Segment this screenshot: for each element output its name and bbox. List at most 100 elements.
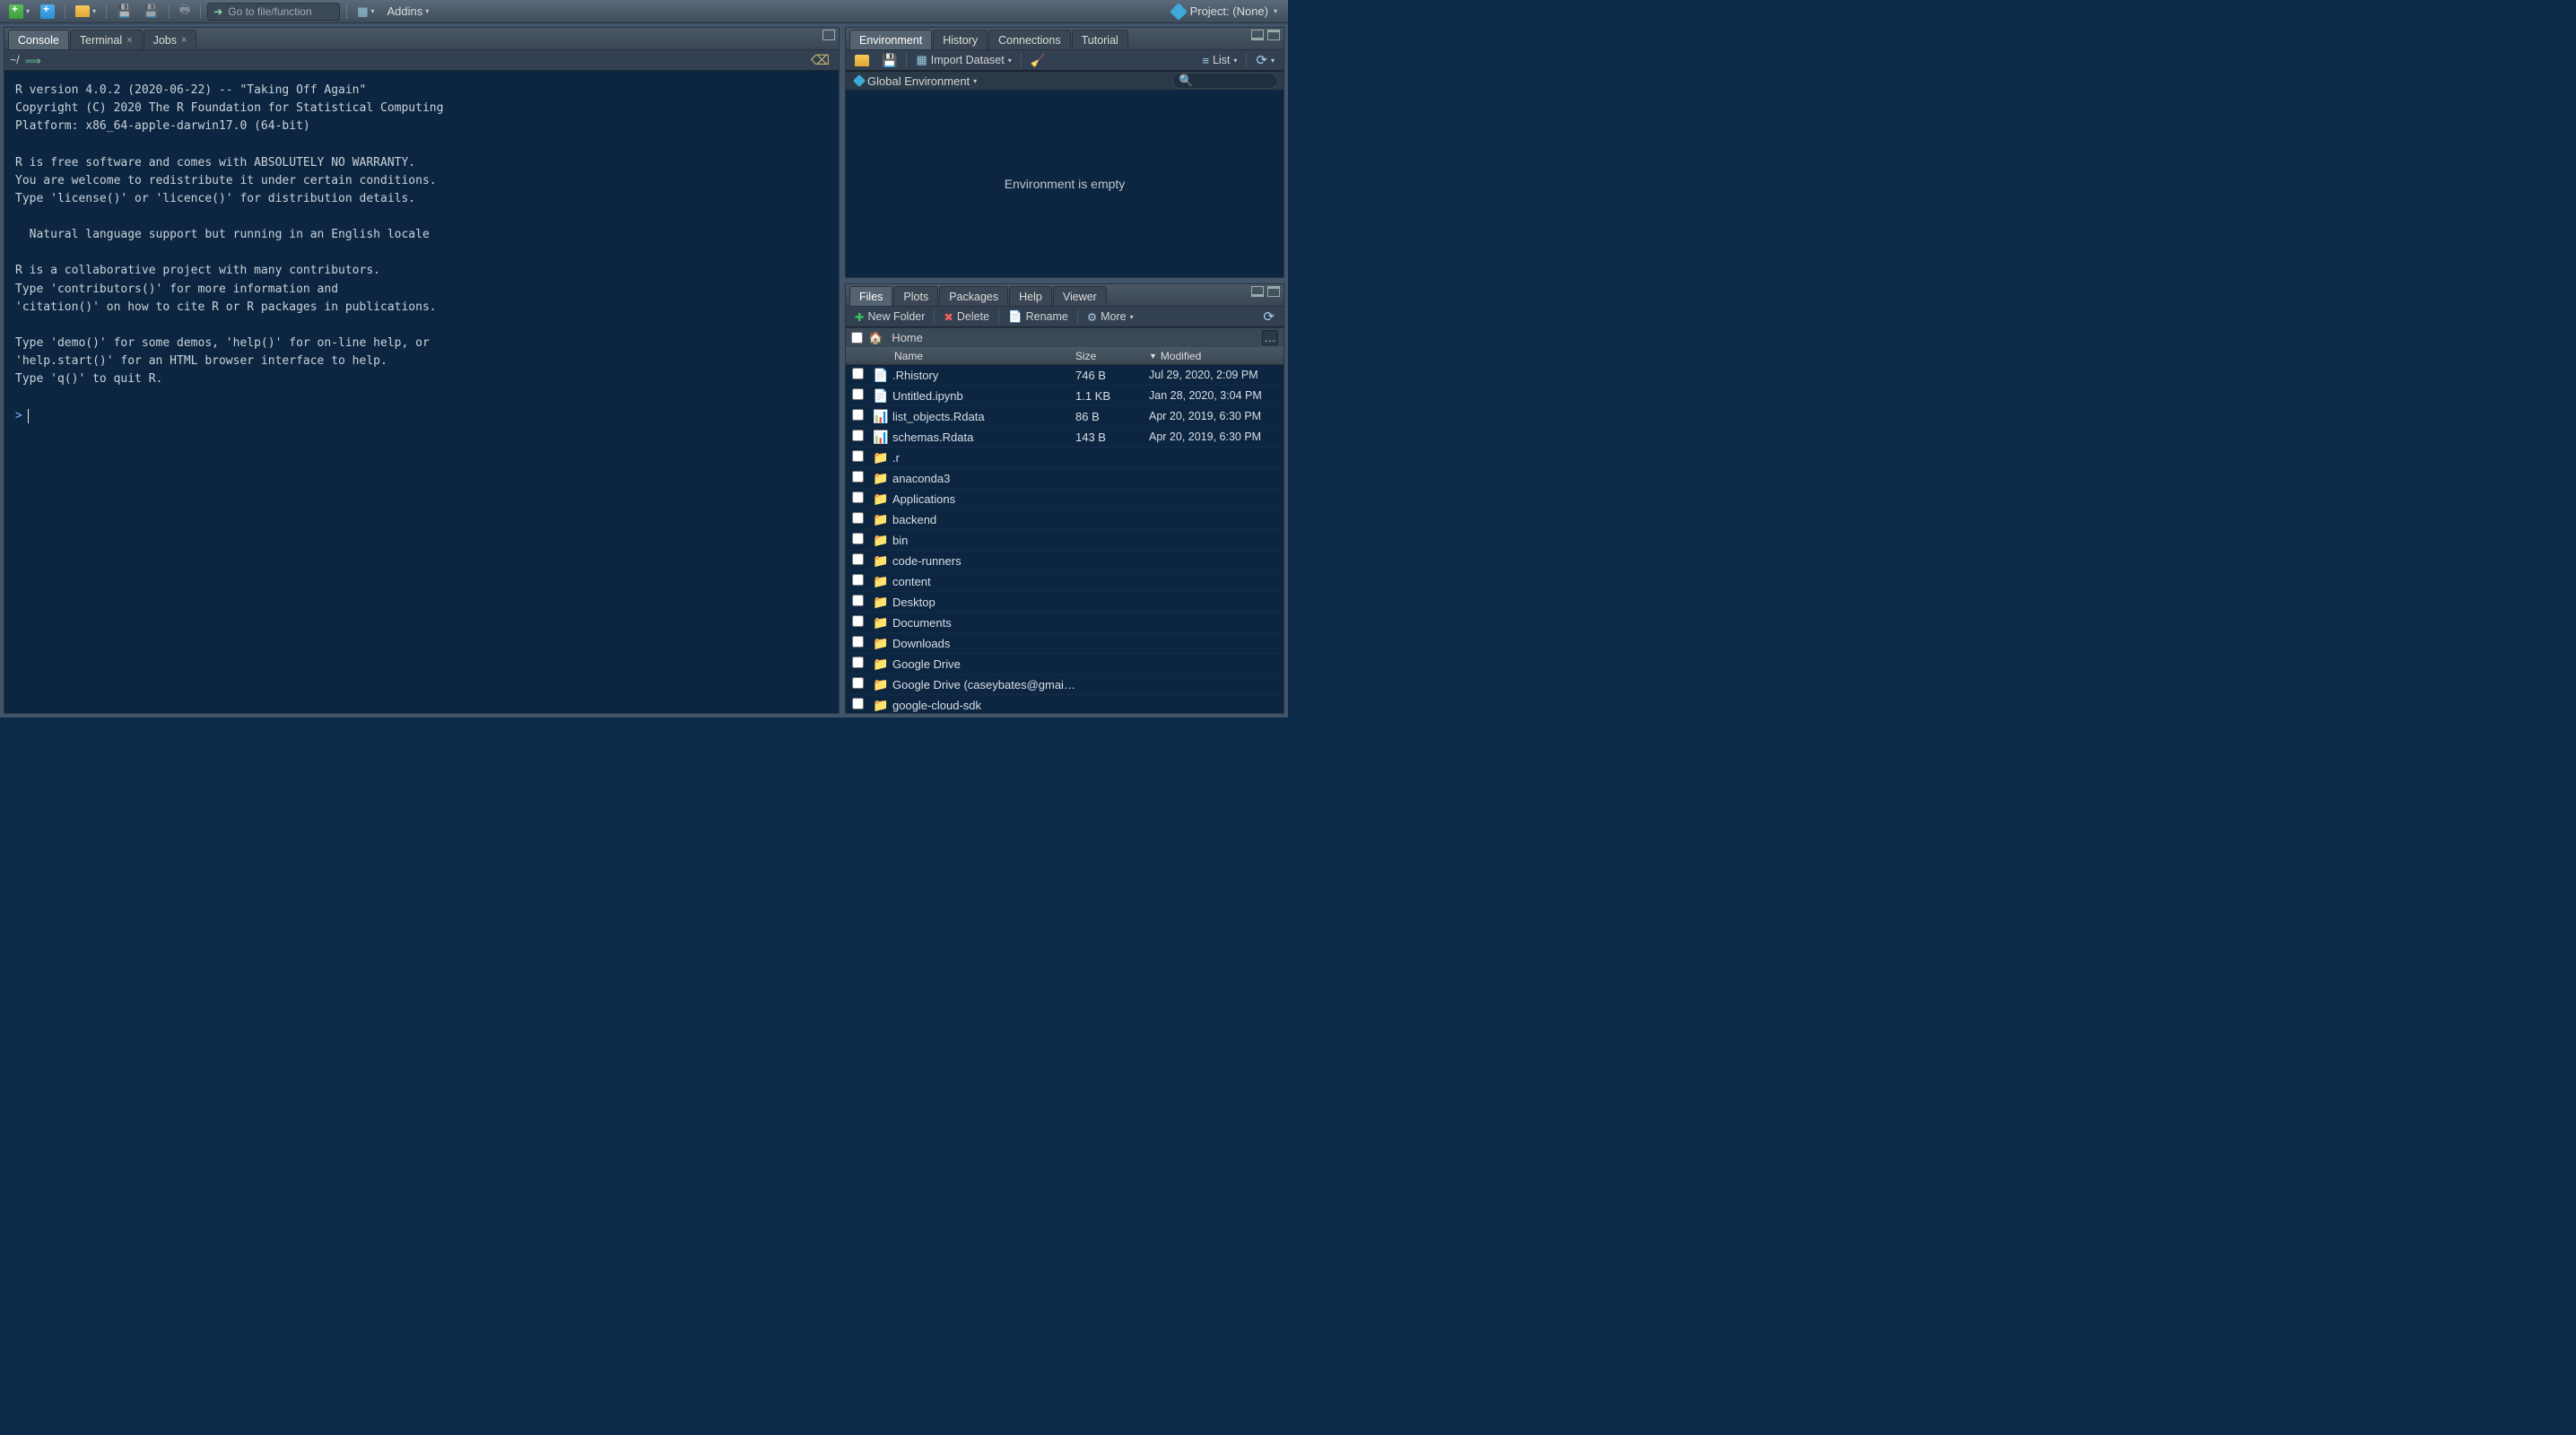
file-row[interactable]: 📁Documents	[846, 613, 1284, 633]
file-checkbox[interactable]	[852, 388, 864, 400]
file-checkbox[interactable]	[852, 574, 864, 586]
breadcrumb-home[interactable]: Home	[888, 329, 927, 346]
file-checkbox[interactable]	[852, 698, 864, 709]
goto-file-input[interactable]: ➜ Go to file/function	[207, 3, 340, 21]
file-checkbox[interactable]	[852, 677, 864, 689]
print-button[interactable]: 🖶	[176, 3, 194, 21]
maximize-icon[interactable]	[1267, 30, 1280, 40]
col-size[interactable]: Size	[1075, 350, 1149, 362]
scope-dropdown[interactable]: Global Environment▾	[851, 73, 980, 90]
file-row[interactable]: 📁Applications	[846, 489, 1284, 509]
file-row[interactable]: 📁.r	[846, 448, 1284, 468]
file-row[interactable]: 📁Desktop	[846, 592, 1284, 613]
file-checkbox[interactable]	[852, 450, 864, 462]
tab-help[interactable]: Help	[1009, 286, 1052, 306]
clear-console-button[interactable]: ⌫	[807, 50, 833, 70]
col-name[interactable]: Name	[892, 350, 1075, 362]
folder-icon: 📁	[869, 574, 892, 589]
file-row[interactable]: 📁Google Drive	[846, 654, 1284, 674]
open-file-button[interactable]: ▾	[72, 3, 100, 21]
tab-plots[interactable]: Plots	[893, 286, 938, 306]
file-checkbox[interactable]	[852, 409, 864, 421]
file-checkbox[interactable]	[852, 491, 864, 503]
file-row[interactable]: 📁Google Drive (caseybates@gmai…	[846, 674, 1284, 695]
file-checkbox[interactable]	[852, 657, 864, 668]
file-name: Google Drive (caseybates@gmai…	[892, 678, 1075, 691]
file-row[interactable]: 📄Untitled.ipynb1.1 KBJan 28, 2020, 3:04 …	[846, 386, 1284, 406]
file-row[interactable]: 📁Downloads	[846, 633, 1284, 654]
project-menu[interactable]: Project: (None) ▾	[1167, 4, 1283, 18]
minimize-icon[interactable]	[1251, 286, 1264, 297]
clear-workspace-button[interactable]: 🧹	[1027, 51, 1049, 70]
file-row[interactable]: 📁code-runners	[846, 551, 1284, 571]
save-workspace-button[interactable]: 💾	[878, 51, 901, 70]
folder-icon: 📁	[869, 595, 892, 610]
popout-icon[interactable]	[822, 30, 835, 40]
new-folder-button[interactable]: ✚New Folder	[851, 309, 928, 326]
more-button[interactable]: ⚙More▾	[1083, 309, 1137, 326]
env-search-input[interactable]: 🔍	[1172, 73, 1278, 89]
delete-button[interactable]: ✖Delete	[940, 309, 993, 326]
path-more-button[interactable]: …	[1262, 330, 1278, 345]
file-name: code-runners	[892, 554, 1075, 568]
prompt: >	[15, 407, 22, 425]
file-checkbox[interactable]	[852, 471, 864, 483]
close-icon[interactable]: ×	[126, 35, 132, 46]
file-size: 86 B	[1075, 410, 1149, 423]
import-dataset-button[interactable]: ▦Import Dataset▾	[912, 51, 1014, 69]
file-checkbox[interactable]	[852, 533, 864, 544]
file-row[interactable]: 📁backend	[846, 509, 1284, 530]
minimize-icon[interactable]	[1251, 30, 1264, 40]
close-icon[interactable]: ×	[181, 35, 187, 46]
file-checkbox[interactable]	[852, 615, 864, 627]
tab-connections[interactable]: Connections	[988, 30, 1071, 49]
console-subbar: ~/ ⟹ ⌫	[4, 49, 839, 71]
load-workspace-button[interactable]	[851, 53, 873, 68]
file-row[interactable]: 📄.Rhistory746 BJul 29, 2020, 2:09 PM	[846, 365, 1284, 386]
addins-button[interactable]: Addins ▾	[384, 3, 433, 21]
env-body: Environment is empty	[846, 91, 1284, 277]
file-checkbox[interactable]	[852, 512, 864, 524]
file-checkbox[interactable]	[852, 430, 864, 441]
tab-tutorial[interactable]: Tutorial	[1072, 30, 1128, 49]
new-project-icon	[40, 4, 55, 19]
file-name: Applications	[892, 492, 1075, 506]
console-output[interactable]: R version 4.0.2 (2020-06-22) -- "Taking …	[4, 71, 839, 713]
new-file-button[interactable]: ▾	[5, 3, 33, 21]
file-name: Documents	[892, 616, 1075, 630]
file-row[interactable]: 📊list_objects.Rdata86 BApr 20, 2019, 6:3…	[846, 406, 1284, 427]
goto-dir-icon[interactable]: ⟹	[25, 54, 41, 67]
tab-console[interactable]: Console	[8, 30, 69, 49]
rename-button[interactable]: 📄Rename	[1005, 309, 1072, 326]
home-icon[interactable]: 🏠	[868, 331, 883, 345]
save-button[interactable]: 💾	[113, 3, 135, 21]
tab-history[interactable]: History	[933, 30, 988, 49]
list-view-button[interactable]: ≡List▾	[1198, 52, 1240, 69]
file-row[interactable]: 📁content	[846, 571, 1284, 592]
maximize-icon[interactable]	[1267, 286, 1280, 297]
file-row[interactable]: 📊schemas.Rdata143 BApr 20, 2019, 6:30 PM	[846, 427, 1284, 448]
select-all-checkbox[interactable]	[851, 332, 863, 344]
refresh-files-button[interactable]: ⟳	[1259, 307, 1278, 326]
tab-terminal[interactable]: Terminal×	[70, 30, 143, 49]
tab-environment[interactable]: Environment	[849, 30, 932, 49]
tab-viewer[interactable]: Viewer	[1053, 286, 1107, 306]
panes-button[interactable]: ▦▾	[353, 3, 378, 21]
tab-files[interactable]: Files	[849, 286, 892, 306]
file-checkbox[interactable]	[852, 553, 864, 565]
save-all-button[interactable]: 💾	[139, 3, 161, 21]
tab-jobs[interactable]: Jobs×	[144, 30, 197, 49]
tab-packages[interactable]: Packages	[939, 286, 1008, 306]
col-modified[interactable]: ▼Modified	[1149, 350, 1284, 362]
file-size: 143 B	[1075, 430, 1149, 444]
new-project-button[interactable]	[37, 3, 58, 21]
files-list[interactable]: 📄.Rhistory746 BJul 29, 2020, 2:09 PM📄Unt…	[846, 365, 1284, 713]
file-checkbox[interactable]	[852, 636, 864, 648]
refresh-button[interactable]: ⟳▾	[1252, 50, 1278, 70]
file-row[interactable]: 📁google-cloud-sdk	[846, 695, 1284, 713]
file-checkbox[interactable]	[852, 368, 864, 379]
list-icon: ≡	[1202, 54, 1209, 67]
file-checkbox[interactable]	[852, 595, 864, 606]
file-row[interactable]: 📁anaconda3	[846, 468, 1284, 489]
file-row[interactable]: 📁bin	[846, 530, 1284, 551]
